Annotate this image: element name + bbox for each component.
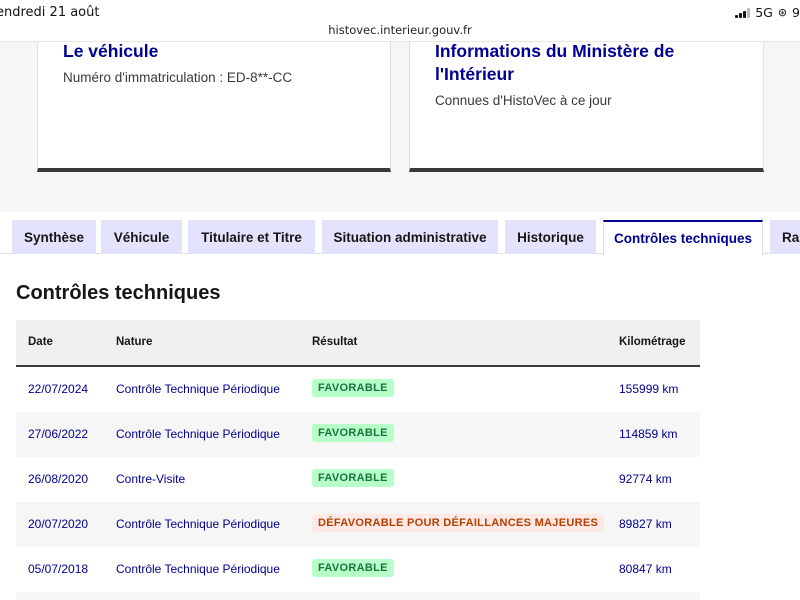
vehicle-card[interactable]: Le véhicule Numéro d'immatriculation : E…	[37, 40, 391, 172]
row-nature: Contrôle Technique Périodique	[116, 517, 280, 531]
result-badge: FAVORABLE	[312, 379, 394, 397]
row-date: 20/07/2020	[28, 517, 89, 531]
row-result: FAVORABLE	[312, 559, 394, 577]
address-bar-url[interactable]: histovec.interieur.gouv.fr	[0, 23, 800, 37]
row-result: FAVORABLE	[312, 424, 394, 442]
tab-vehicule[interactable]: Véhicule	[101, 220, 182, 254]
header-mileage: Kilométrage	[619, 336, 686, 348]
row-mileage: 92774 km	[619, 472, 672, 486]
table-header: Date Nature Résultat Kilométrage	[16, 320, 700, 367]
battery-label: 9	[792, 5, 800, 20]
row-result: DÉFAVORABLE POUR DÉFAILLANCES MAJEURES	[312, 514, 605, 532]
row-mileage: 89827 km	[619, 517, 672, 531]
ministry-card-title[interactable]: Informations du Ministère de l'Intérieur	[435, 40, 735, 86]
ministry-card[interactable]: Informations du Ministère de l'Intérieur…	[409, 40, 764, 172]
result-badge: DÉFAVORABLE POUR DÉFAILLANCES MAJEURES	[312, 514, 605, 532]
header-result: Résultat	[312, 336, 358, 348]
orientation-lock-icon: ⊛	[777, 6, 788, 19]
tab-historique[interactable]: Historique	[505, 220, 596, 254]
status-indicators: 5G ⊛ 9	[735, 5, 800, 20]
row-nature: Contrôle Technique Périodique	[116, 562, 280, 576]
signal-icon	[735, 7, 751, 18]
summary-cards: Le véhicule Numéro d'immatriculation : E…	[0, 40, 800, 212]
table-row: 20/07/2020 Contrôle Technique Périodique…	[16, 502, 700, 547]
tab-list: Synthèse Véhicule Titulaire et Titre Sit…	[0, 212, 800, 255]
row-mileage: 80847 km	[619, 562, 672, 576]
vehicle-card-subtitle: Numéro d'immatriculation : ED-8**-CC	[63, 70, 293, 85]
row-mileage: 114859 km	[619, 427, 678, 441]
result-badge: FAVORABLE	[312, 559, 394, 577]
tab-titulaire[interactable]: Titulaire et Titre	[188, 220, 315, 254]
row-result: FAVORABLE	[312, 379, 394, 397]
status-date: endredi 21 août	[0, 5, 100, 20]
tab-rapport[interactable]: Rap	[770, 220, 800, 254]
row-result: FAVORABLE	[312, 469, 394, 487]
table-row: 22/07/2024 Contrôle Technique Périodique…	[16, 367, 700, 412]
row-date: 22/07/2024	[28, 382, 89, 396]
row-mileage: 155999 km	[619, 382, 679, 396]
tab-controles-techniques[interactable]: Contrôles techniques	[603, 220, 763, 255]
table-row: 05/07/2018 Contrôle Technique Périodique…	[16, 547, 700, 592]
table-row-partial	[16, 592, 700, 600]
result-badge: FAVORABLE	[312, 469, 394, 487]
row-nature: Contre-Visite	[116, 472, 186, 486]
row-nature: Contrôle Technique Périodique	[116, 427, 280, 441]
table-row: 27/06/2022 Contrôle Technique Périodique…	[16, 412, 700, 457]
section-title: Contrôles techniques	[16, 282, 221, 304]
row-nature: Contrôle Technique Périodique	[116, 382, 280, 396]
vehicle-card-title[interactable]: Le véhicule	[63, 40, 158, 63]
tab-situation-administrative[interactable]: Situation administrative	[322, 220, 498, 254]
ministry-card-subtitle: Connues d'HistoVec à ce jour	[435, 93, 612, 108]
row-date: 26/08/2020	[28, 472, 89, 486]
technical-inspections-table: Date Nature Résultat Kilométrage 22/07/2…	[16, 320, 700, 600]
header-nature: Nature	[116, 336, 153, 348]
row-date: 27/06/2022	[28, 427, 89, 441]
result-badge: FAVORABLE	[312, 424, 394, 442]
header-date: Date	[28, 336, 53, 348]
page: endredi 21 août 5G ⊛ 9 histovec.interieu…	[0, 0, 800, 600]
status-bar: endredi 21 août 5G ⊛ 9 histovec.interieu…	[0, 0, 800, 42]
table-row: 26/08/2020 Contre-Visite FAVORABLE 92774…	[16, 457, 700, 502]
row-date: 05/07/2018	[28, 562, 89, 576]
network-label: 5G	[755, 5, 773, 20]
tab-synthese[interactable]: Synthèse	[12, 220, 96, 254]
